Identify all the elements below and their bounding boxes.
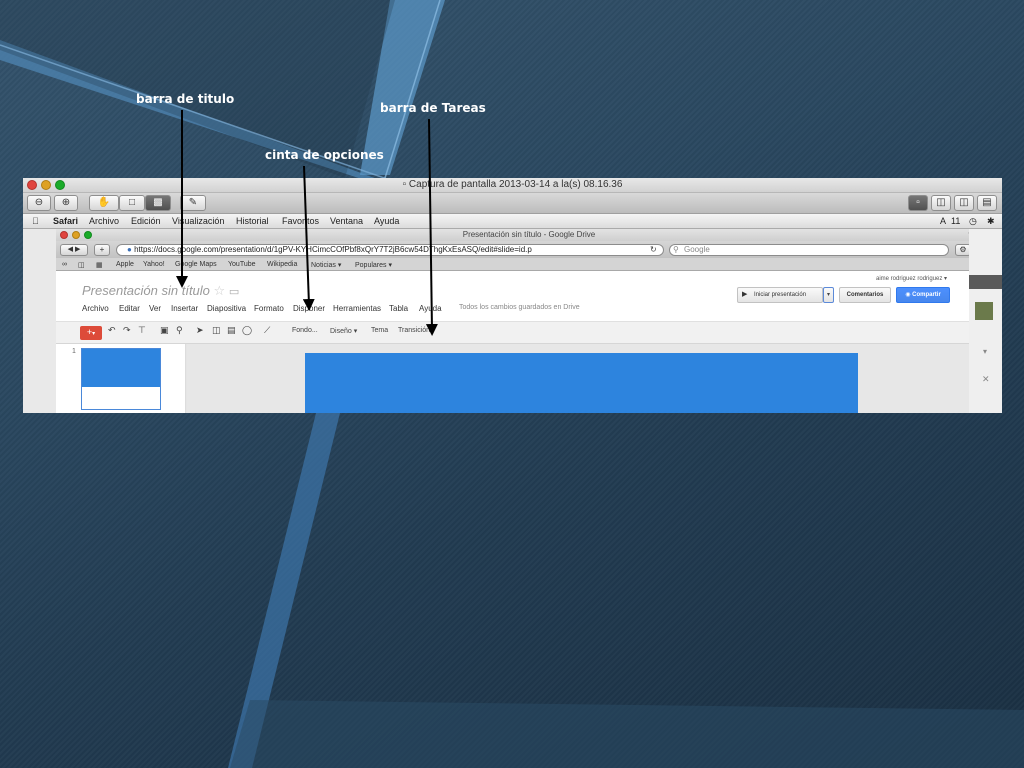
arrow-options-ribbon	[302, 165, 315, 311]
arrow-task-bar	[425, 118, 438, 336]
annotation-arrows	[176, 110, 438, 336]
